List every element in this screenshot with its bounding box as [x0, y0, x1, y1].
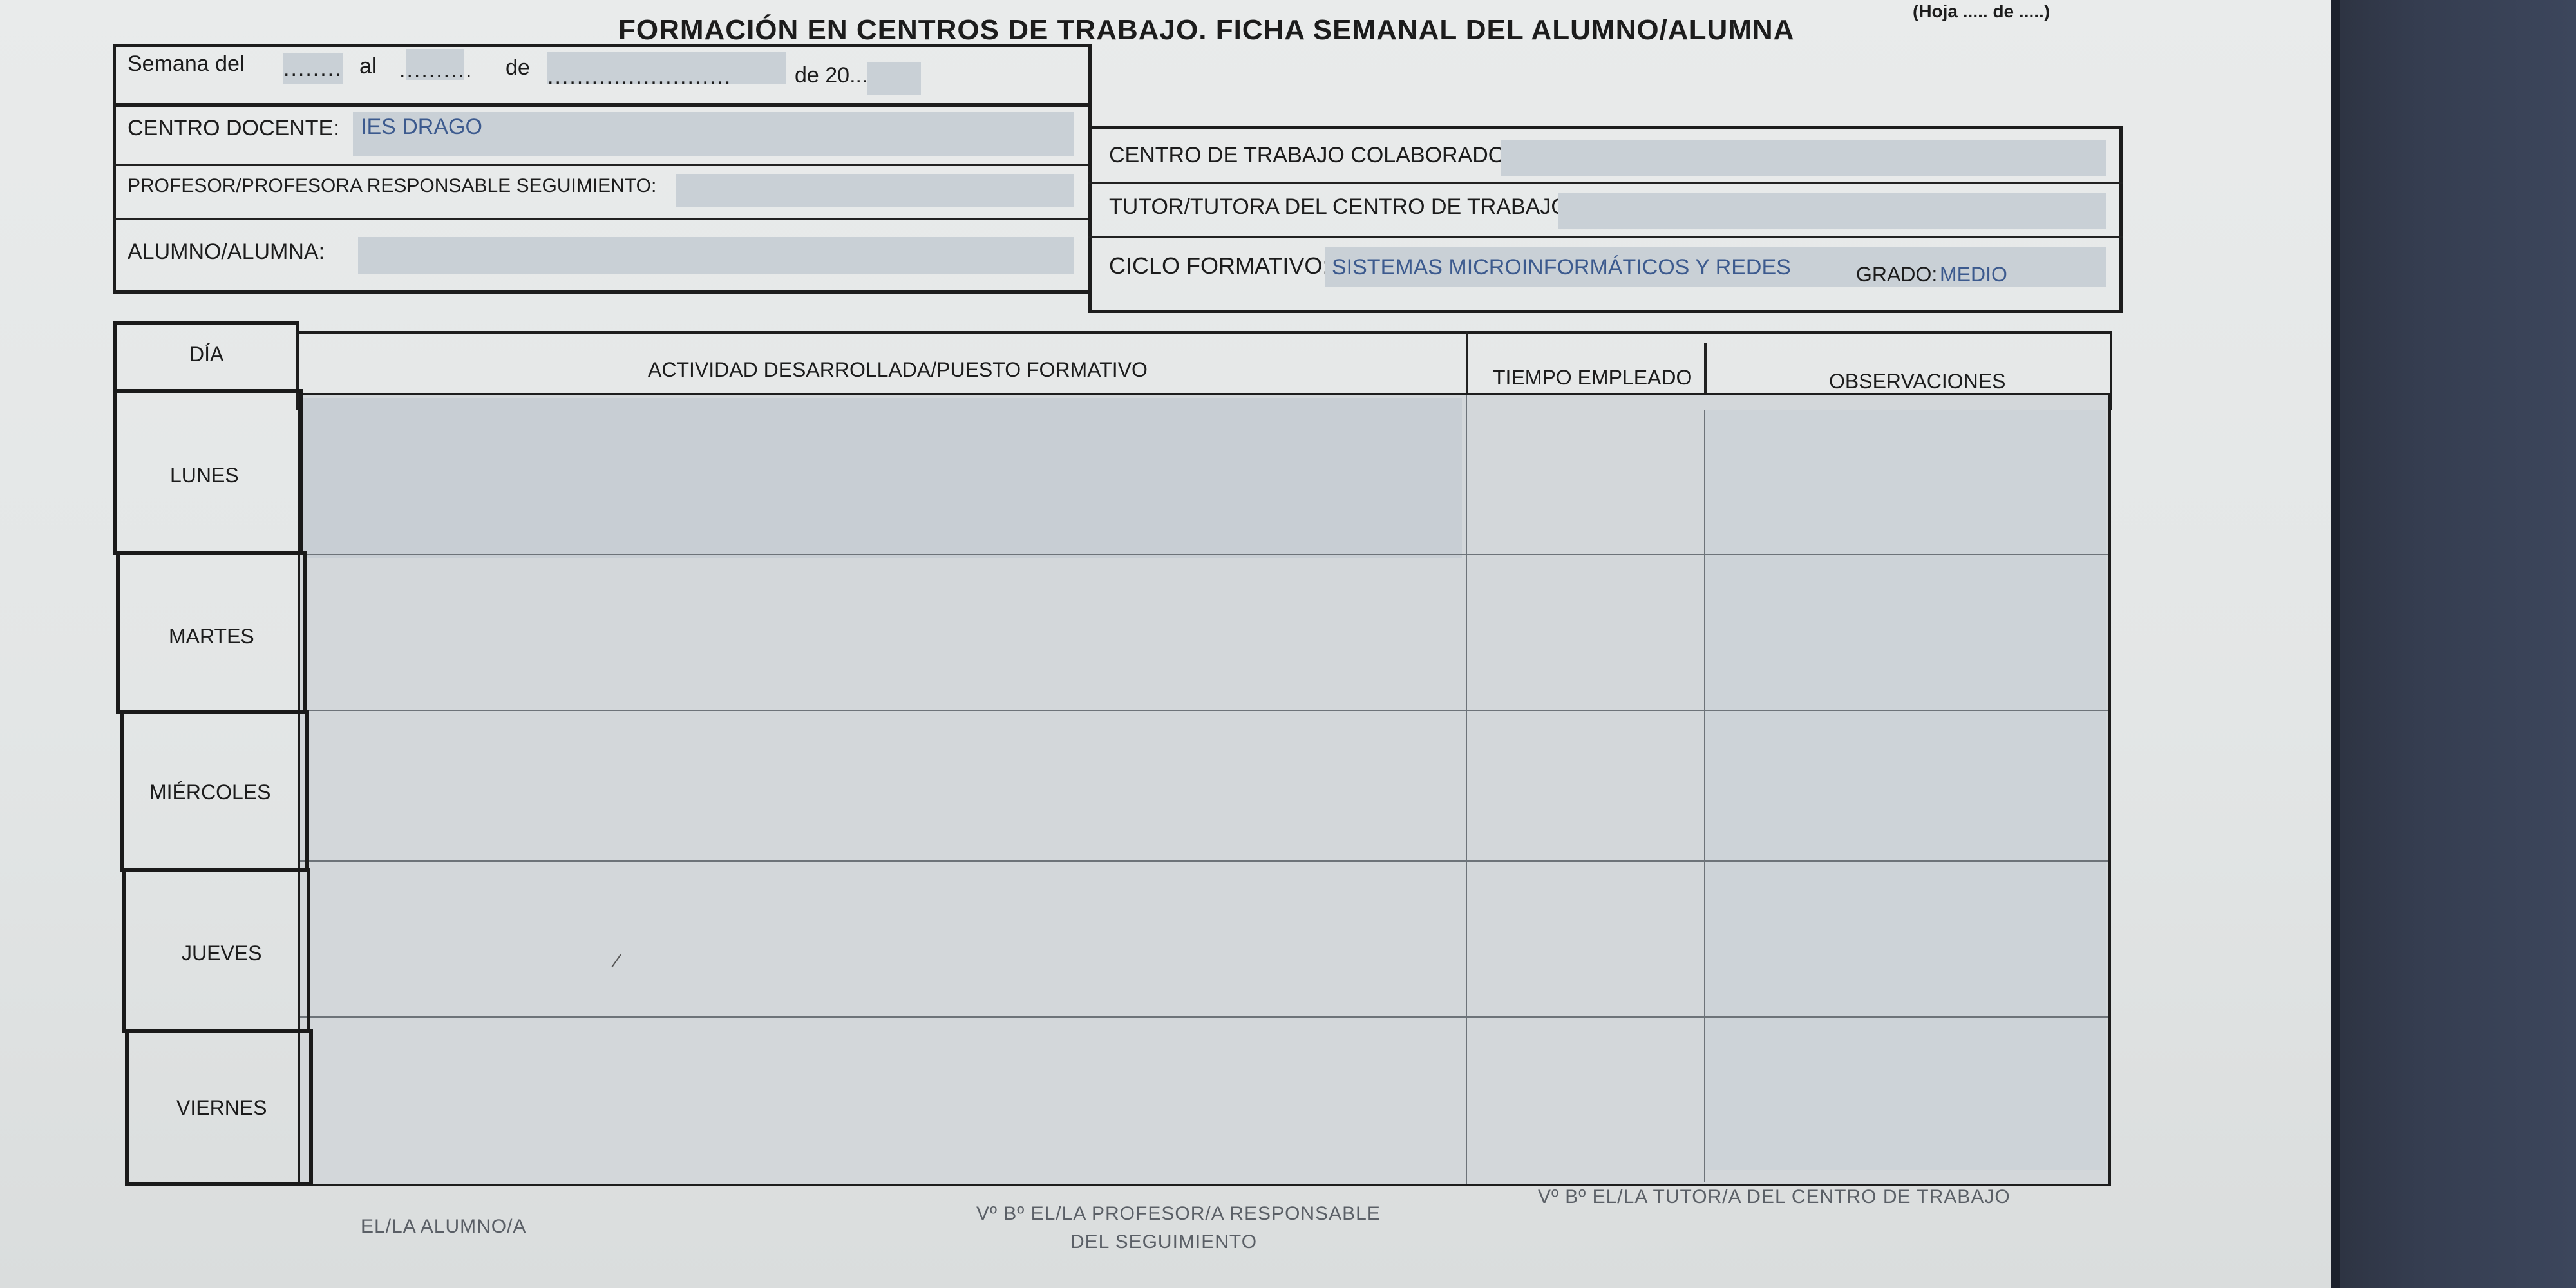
tutor-label: TUTOR/TUTORA DEL CENTRO DE TRABAJO: [1109, 194, 1575, 219]
centro-trabajo-label: CENTRO DE TRABAJO COLABORADOR: [1109, 143, 1528, 167]
row-divider-2 [300, 710, 2108, 711]
actividad-header: ACTIVIDAD DESARROLLADA/PUESTO FORMATIVO [648, 358, 1148, 381]
school-divider-1 [113, 164, 1092, 166]
day-label-lunes: LUNES [170, 464, 239, 487]
ciclo-label: CICLO FORMATIVO: [1109, 252, 1329, 279]
grado-label: GRADO: [1856, 263, 1938, 286]
alumno-signature-label: EL/LA ALUMNO/A [361, 1216, 527, 1237]
grado-value: MEDIO [1940, 263, 2007, 286]
monitor-bezel [2331, 0, 2576, 1288]
dia-header: DÍA [189, 343, 224, 366]
alumno-field[interactable] [358, 237, 1074, 274]
profesor-field[interactable] [676, 174, 1074, 207]
day-label-jueves: JUEVES [182, 942, 262, 965]
company-divider-1 [1088, 182, 2123, 184]
profesor-label: PROFESOR/PROFESORA RESPONSABLE SEGUIMIEN… [128, 175, 657, 196]
day-label-martes: MARTES [169, 625, 254, 648]
ciclo-value: SISTEMAS MICROINFORMÁTICOS Y REDES [1332, 255, 1791, 279]
school-divider-2 [113, 218, 1092, 220]
week-year-field[interactable] [867, 62, 921, 95]
company-divider-2 [1088, 236, 2123, 238]
week-de-label: de [506, 55, 530, 80]
week-label: Semana del [128, 52, 245, 76]
row-divider-1 [300, 554, 2108, 555]
row-divider-4 [300, 1016, 2108, 1018]
miercoles-actividad-cell[interactable] [303, 712, 1462, 859]
profesor-signature-label: Vº Bº EL/LA PROFESOR/A RESPONSABLE [976, 1203, 1381, 1224]
jueves-actividad-cell[interactable] [303, 863, 1462, 1015]
week-al-label: al [359, 54, 377, 79]
week-month-blank: ......................... [547, 64, 732, 89]
tutor-field[interactable] [1558, 193, 2106, 229]
observaciones-col-divider [1704, 410, 1705, 1182]
lunes-actividad-cell[interactable] [303, 398, 1462, 553]
tiempo-header: TIEMPO EMPLEADO [1493, 366, 1692, 389]
week-end-blank: .......... [399, 58, 473, 82]
observaciones-header: OBSERVACIONES [1829, 370, 2006, 393]
form-title: FORMACIÓN EN CENTROS DE TRABAJO. FICHA S… [618, 14, 1795, 46]
week-start-blank: ........ [283, 57, 343, 81]
alumno-label: ALUMNO/ALUMNA: [128, 240, 325, 264]
martes-actividad-cell[interactable] [303, 556, 1462, 708]
profesor-signature-label-2: DEL SEGUIMIENTO [1070, 1231, 1258, 1253]
centro-trabajo-field[interactable] [1501, 140, 2106, 176]
tiempo-col-divider [1466, 395, 1467, 1184]
centro-docente-label: CENTRO DOCENTE: [128, 116, 339, 140]
form-sheet: FORMACIÓN EN CENTROS DE TRABAJO. FICHA S… [0, 0, 2357, 1288]
day-label-viernes: VIERNES [176, 1096, 267, 1119]
centro-docente-value: IES DRAGO [361, 115, 482, 139]
tutor-signature-label: Vº Bº EL/LA TUTOR/A DEL CENTRO DE TRABAJ… [1538, 1186, 2011, 1208]
sheet-counter: (Hoja ..... de .....) [1913, 1, 2050, 21]
viernes-actividad-cell[interactable] [303, 1019, 1462, 1182]
row-divider-3 [300, 860, 2108, 862]
day-label-miercoles: MIÉRCOLES [149, 781, 271, 804]
